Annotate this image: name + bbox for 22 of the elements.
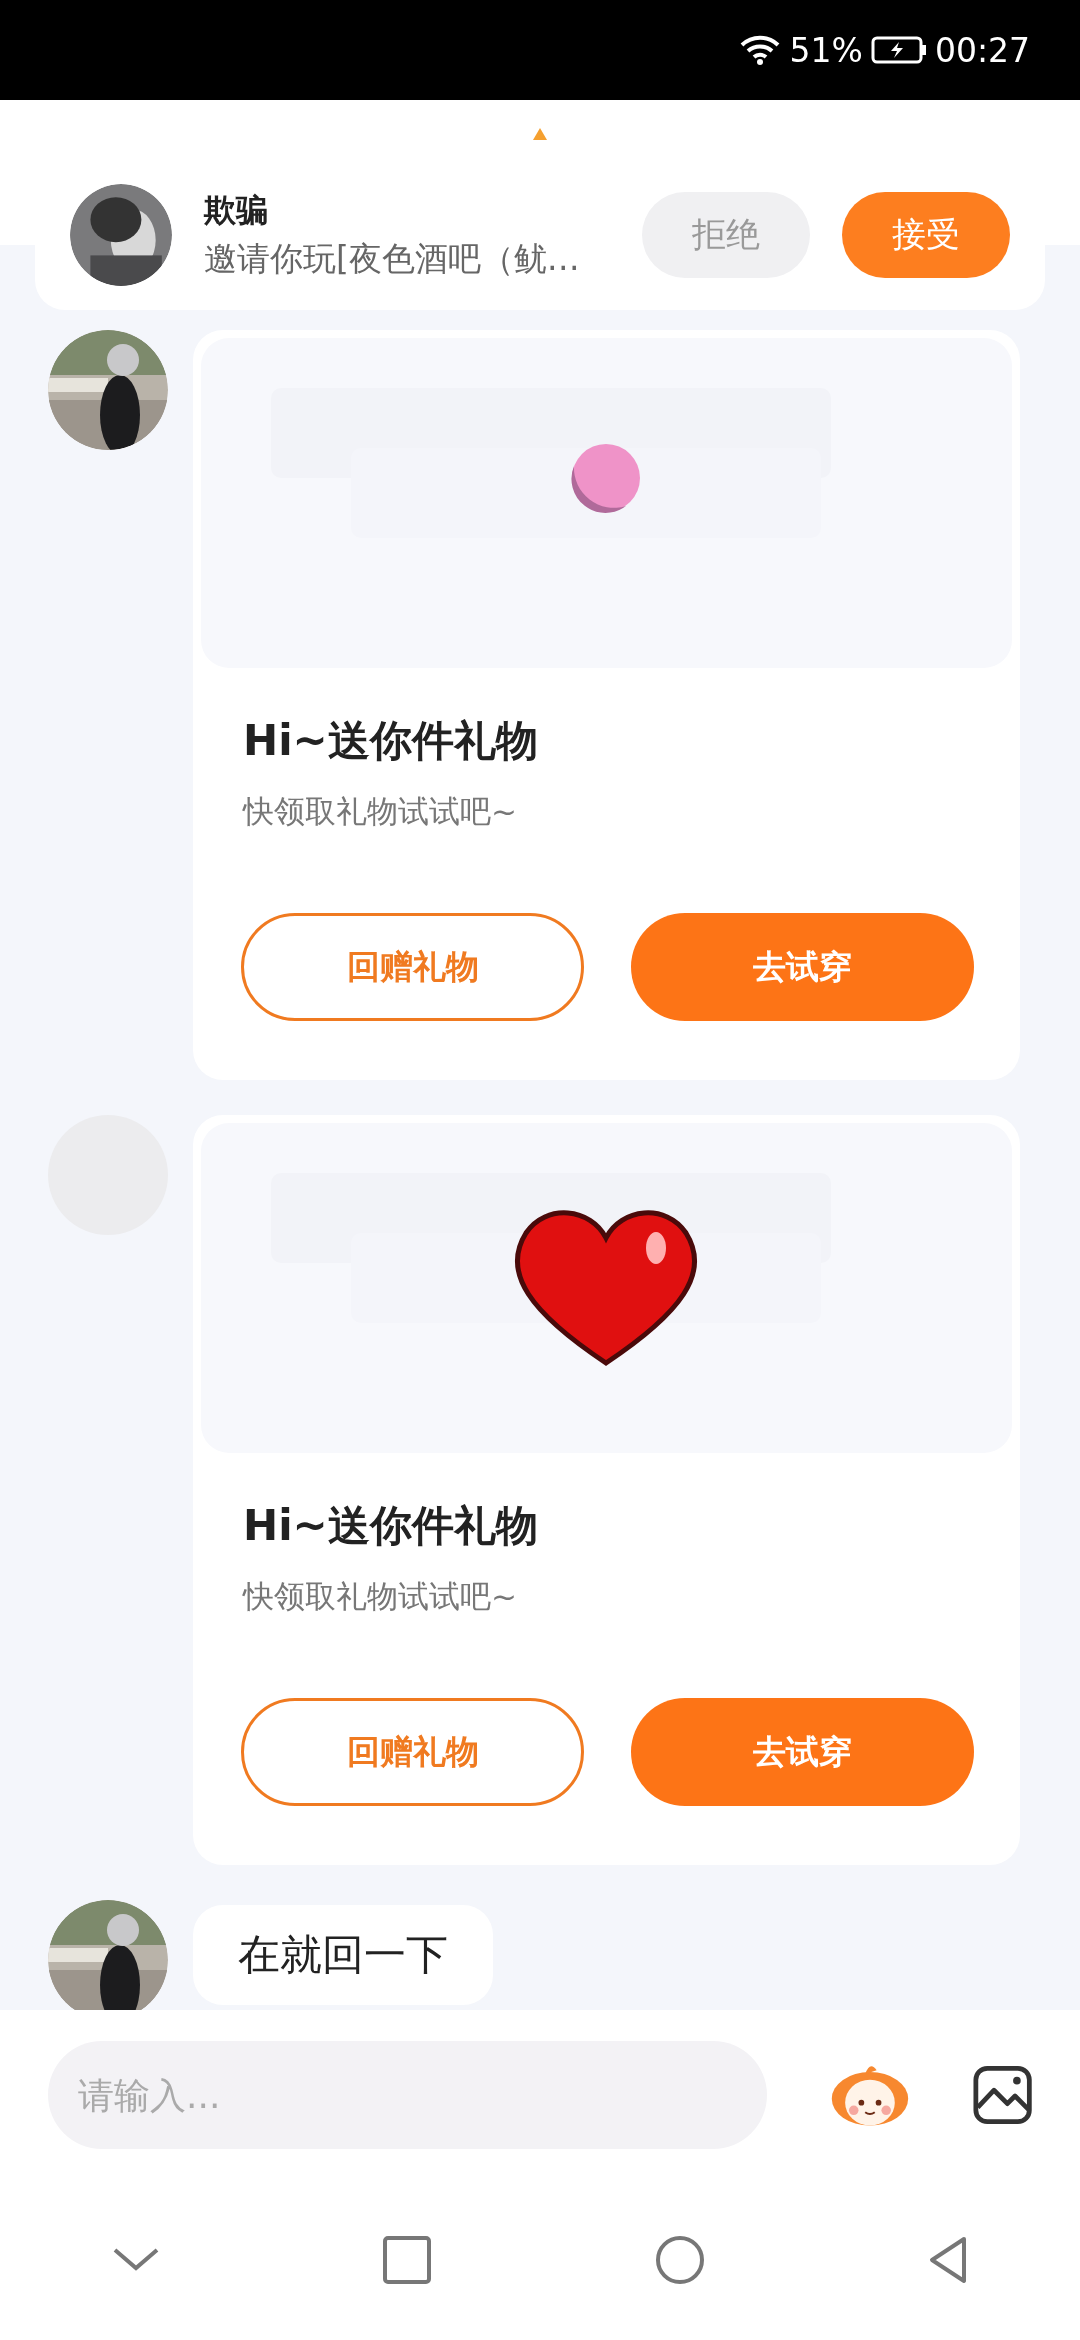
gift-title: Hi~送你件礼物	[243, 1500, 539, 1552]
accept-button[interactable]: 接受	[842, 192, 1010, 278]
try-on-button[interactable]: 去试穿	[631, 1698, 974, 1806]
gift-title: Hi~送你件礼物	[243, 715, 539, 767]
invite-message: 邀请你玩[夜色酒吧（鱿…	[204, 237, 581, 280]
square-icon[interactable]	[383, 2236, 432, 2284]
image-icon[interactable]	[972, 2064, 1032, 2126]
return-gift-button[interactable]: 回赠礼物	[241, 1698, 584, 1806]
gift-subtitle: 快领取礼物试试吧~	[243, 792, 518, 831]
gift-subtitle: 快领取礼物试试吧~	[243, 1577, 518, 1616]
decline-button[interactable]: 拒绝	[642, 192, 810, 278]
sender-name: 欺骗	[204, 189, 269, 231]
clock: 00:27	[934, 30, 1030, 70]
home-icon[interactable]	[654, 2235, 705, 2285]
triangle-icon	[533, 128, 547, 140]
back-icon[interactable]	[928, 2236, 969, 2284]
battery-icon	[870, 36, 927, 64]
battery-percent: 51%	[789, 30, 863, 70]
try-on-button[interactable]: 去试穿	[631, 913, 974, 1021]
message-input[interactable]: 请输入...	[48, 2041, 767, 2149]
message-bubble: 在就回一下	[193, 1905, 493, 2005]
return-gift-button[interactable]: 回赠礼物	[241, 913, 584, 1021]
